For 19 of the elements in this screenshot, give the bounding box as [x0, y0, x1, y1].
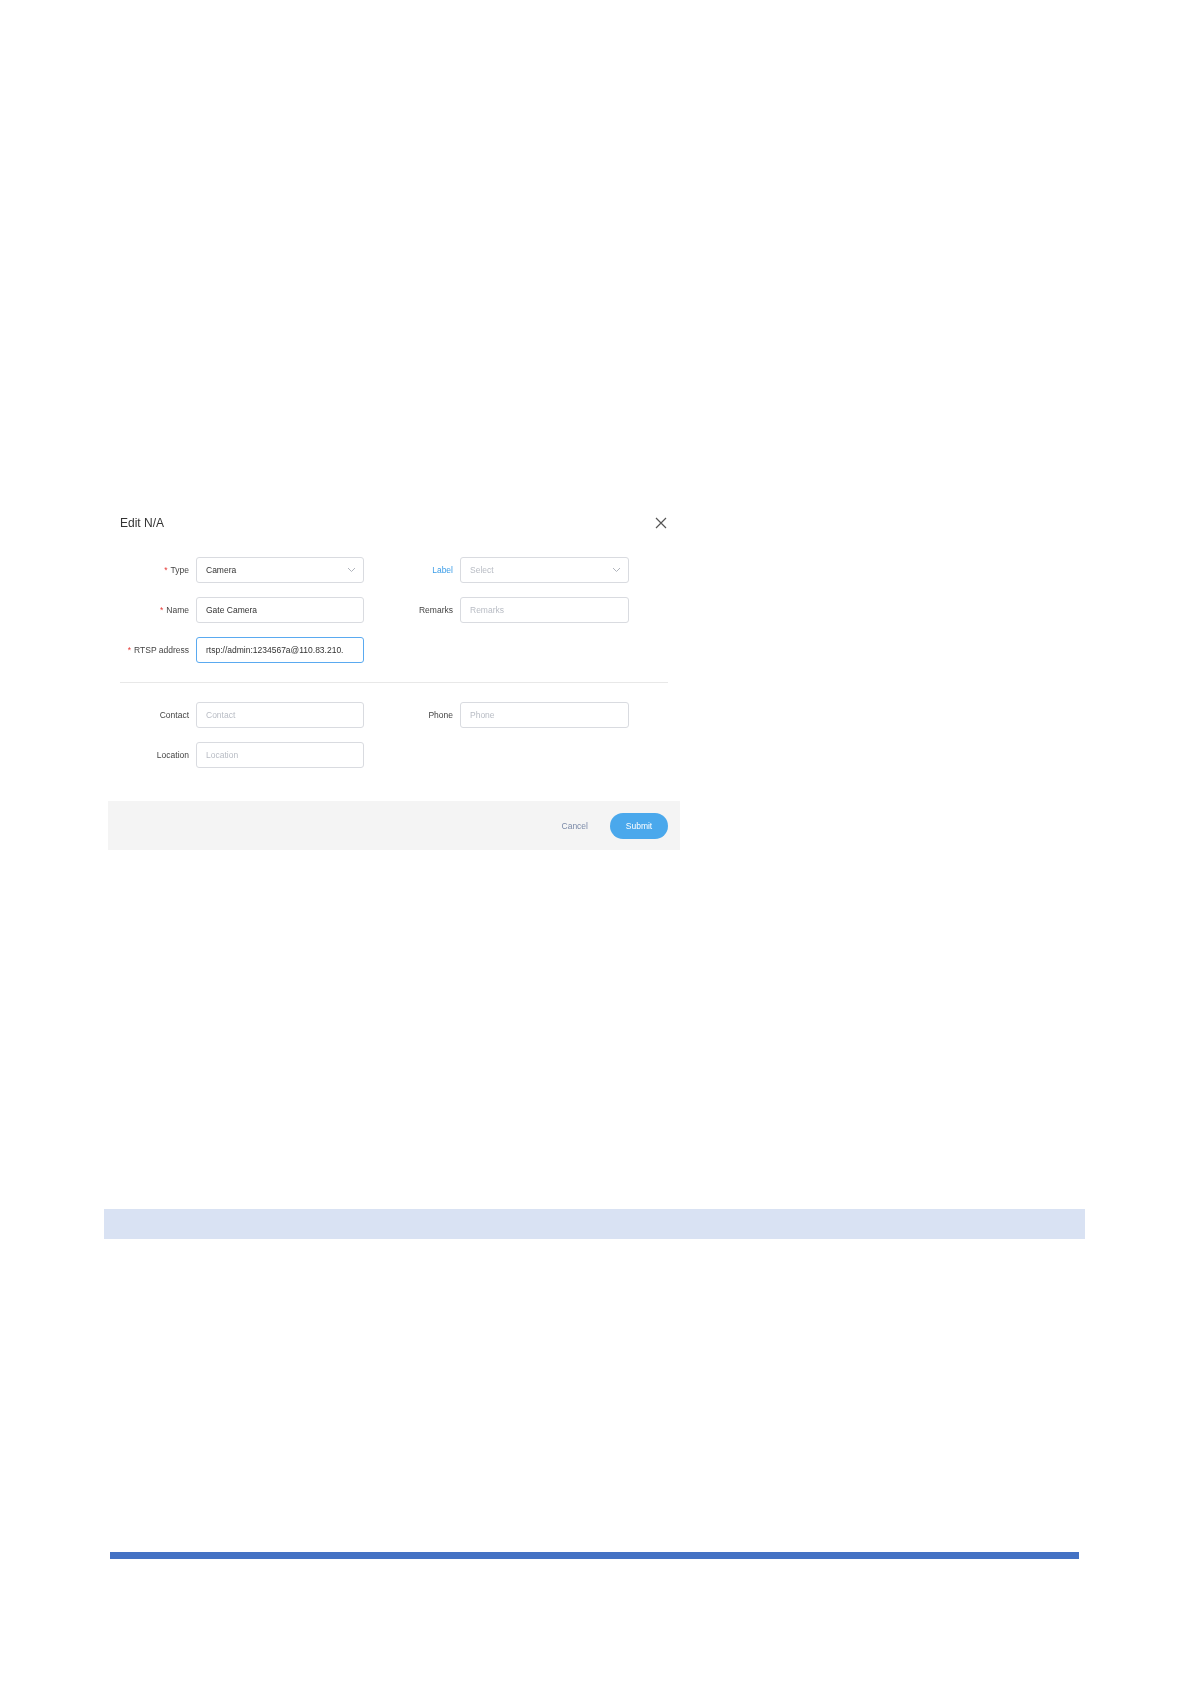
field-label: Remarks: [419, 605, 453, 615]
input-field[interactable]: Location: [196, 742, 364, 768]
input-field[interactable]: Gate Camera: [196, 597, 364, 623]
input-field[interactable]: Remarks: [460, 597, 629, 623]
field-label: Contact: [159, 710, 189, 720]
field-label: Label: [432, 565, 453, 575]
field-label: Location: [156, 750, 189, 760]
input-field[interactable]: rtsp://admin:1234567a@110.83.210.: [196, 637, 364, 663]
field-label: * Name: [160, 605, 189, 615]
select-field[interactable]: Camera: [196, 557, 364, 583]
close-icon[interactable]: [654, 516, 668, 530]
field-label: Phone: [428, 710, 453, 720]
field-label: * Type: [164, 565, 189, 575]
input-field[interactable]: Contact: [196, 702, 364, 728]
chevron-down-icon: [612, 567, 621, 573]
dialog-title: Edit N/A: [120, 516, 164, 530]
field-label: * RTSP address: [127, 645, 189, 655]
input-field[interactable]: Phone: [460, 702, 629, 728]
chevron-down-icon: [347, 567, 356, 573]
